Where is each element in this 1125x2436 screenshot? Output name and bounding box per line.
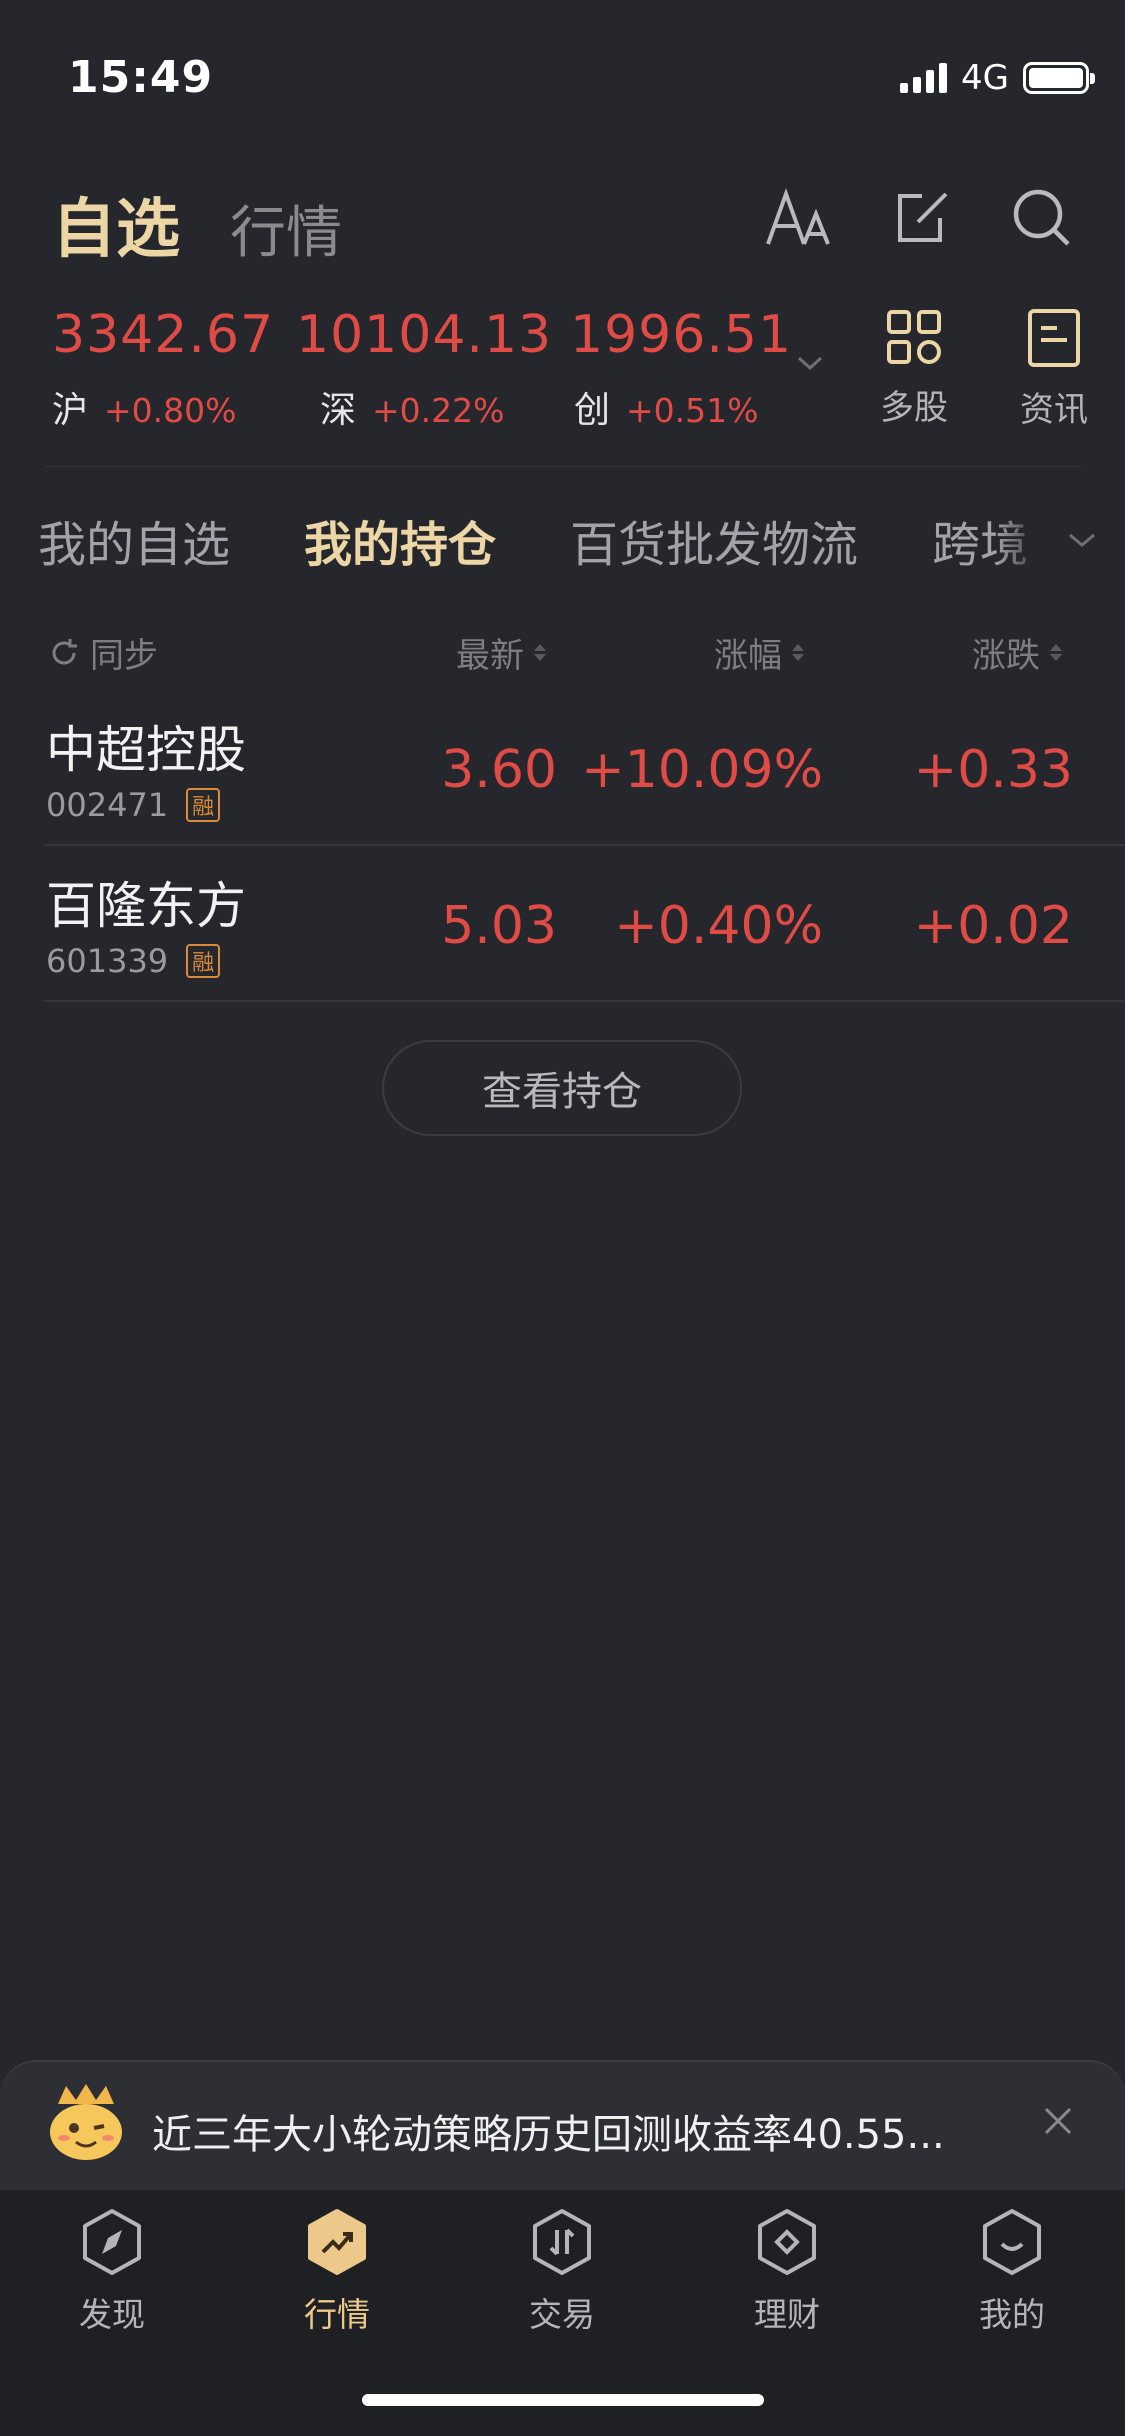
sync-button[interactable]: 同步 bbox=[48, 628, 158, 677]
smile-icon bbox=[983, 2209, 1041, 2275]
index-value: 1996.51 bbox=[570, 305, 793, 365]
trend-icon bbox=[308, 2209, 366, 2275]
status-time: 15:49 bbox=[68, 52, 214, 103]
multi-stock-button[interactable]: 多股 bbox=[880, 308, 948, 429]
news-icon bbox=[1028, 309, 1080, 367]
trade-icon bbox=[533, 2209, 591, 2275]
nav-label: 发现 bbox=[79, 2295, 145, 2334]
chevron-down-icon bbox=[1069, 533, 1095, 547]
latest-price: 5.03 bbox=[441, 896, 557, 956]
news-button[interactable]: 资讯 bbox=[1020, 308, 1088, 431]
tab-market[interactable]: 行情 bbox=[230, 188, 342, 269]
compass-icon bbox=[83, 2209, 141, 2275]
grid-icon bbox=[887, 310, 941, 364]
battery-icon bbox=[1023, 62, 1095, 94]
divider bbox=[44, 466, 1081, 467]
sort-icon bbox=[1050, 644, 1062, 661]
latest-price: 3.60 bbox=[441, 740, 557, 800]
home-indicator[interactable] bbox=[362, 2394, 764, 2406]
refresh-icon bbox=[52, 638, 77, 664]
nav-finance[interactable]: 理财 bbox=[707, 2208, 867, 2336]
tab-retail-logistics[interactable]: 百货批发物流 bbox=[570, 505, 858, 575]
more-tabs-button[interactable] bbox=[995, 500, 1125, 580]
nav-label: 我的 bbox=[979, 2295, 1045, 2334]
index-change: +0.22% bbox=[372, 391, 505, 430]
mascot-icon bbox=[50, 2084, 122, 2160]
promo-banner[interactable]: 近三年大小轮动策略历史回测收益率40.55... bbox=[0, 2060, 1125, 2190]
index-name: 深 bbox=[320, 390, 357, 431]
index-value: 10104.13 bbox=[296, 305, 553, 365]
promo-text: 近三年大小轮动策略历史回测收益率40.55... bbox=[152, 2112, 945, 2158]
nav-mine[interactable]: 我的 bbox=[932, 2208, 1092, 2336]
index-shenzhen[interactable]: 10104.13 深 +0.22% bbox=[296, 305, 552, 433]
close-icon[interactable] bbox=[1041, 2104, 1075, 2138]
search-icon[interactable] bbox=[1004, 180, 1080, 256]
nav-market[interactable]: 行情 bbox=[257, 2208, 417, 2336]
table-row[interactable]: 百隆东方 601339 融 5.03 +0.40% +0.02 bbox=[44, 846, 1125, 1002]
stock-name: 中超控股 bbox=[46, 721, 246, 779]
tab-watchlist[interactable]: 自选 bbox=[52, 178, 180, 270]
sort-pct[interactable]: 涨幅 bbox=[714, 628, 804, 677]
edit-icon[interactable] bbox=[884, 180, 960, 256]
index-name: 创 bbox=[574, 390, 611, 431]
margin-badge: 融 bbox=[186, 788, 221, 822]
news-label: 资讯 bbox=[1020, 390, 1088, 430]
sync-label: 同步 bbox=[90, 636, 158, 676]
index-shanghai[interactable]: 3342.67 沪 +0.80% bbox=[52, 305, 274, 433]
column-latest: 最新 bbox=[456, 636, 524, 676]
stock-code: 002471 bbox=[46, 786, 169, 824]
nav-discover[interactable]: 发现 bbox=[32, 2208, 192, 2336]
index-change: +0.80% bbox=[104, 391, 237, 430]
nav-label: 交易 bbox=[529, 2295, 595, 2334]
tab-my-watchlist[interactable]: 我的自选 bbox=[38, 505, 230, 575]
nav-label: 理财 bbox=[754, 2295, 820, 2334]
diamond-icon bbox=[758, 2209, 816, 2275]
sort-icon bbox=[534, 644, 546, 661]
status-indicators: 4G bbox=[900, 58, 1095, 98]
sort-icon bbox=[792, 644, 804, 661]
index-change: +0.51% bbox=[626, 391, 759, 430]
nav-label: 行情 bbox=[304, 2295, 370, 2334]
change-pct: +10.09% bbox=[581, 740, 823, 800]
column-pct: 涨幅 bbox=[714, 636, 782, 676]
tab-my-holdings[interactable]: 我的持仓 bbox=[304, 505, 496, 575]
column-change: 涨跌 bbox=[972, 636, 1040, 676]
margin-badge: 融 bbox=[186, 944, 221, 978]
view-holdings-button[interactable]: 查看持仓 bbox=[382, 1040, 742, 1136]
index-chinext[interactable]: 1996.51 创 +0.51% bbox=[570, 305, 792, 433]
sort-change[interactable]: 涨跌 bbox=[972, 628, 1062, 677]
index-name: 沪 bbox=[52, 390, 89, 431]
multi-stock-label: 多股 bbox=[880, 388, 948, 428]
table-row[interactable]: 中超控股 002471 融 3.60 +10.09% +0.33 bbox=[44, 690, 1125, 846]
index-value: 3342.67 bbox=[52, 305, 275, 365]
nav-trade[interactable]: 交易 bbox=[482, 2208, 642, 2336]
stock-code: 601339 bbox=[46, 942, 169, 980]
network-label: 4G bbox=[961, 58, 1009, 98]
sort-latest[interactable]: 最新 bbox=[456, 628, 546, 677]
signal-icon bbox=[900, 63, 948, 93]
change-pct: +0.40% bbox=[614, 896, 823, 956]
chevron-down-icon[interactable] bbox=[796, 354, 824, 376]
stock-name: 百隆东方 bbox=[46, 877, 246, 935]
change-value: +0.33 bbox=[913, 740, 1073, 800]
change-value: +0.02 bbox=[913, 896, 1073, 956]
font-size-icon[interactable] bbox=[762, 180, 838, 256]
group-tabs: 我的自选 我的持仓 百货批发物流 跨境 bbox=[38, 500, 1125, 580]
